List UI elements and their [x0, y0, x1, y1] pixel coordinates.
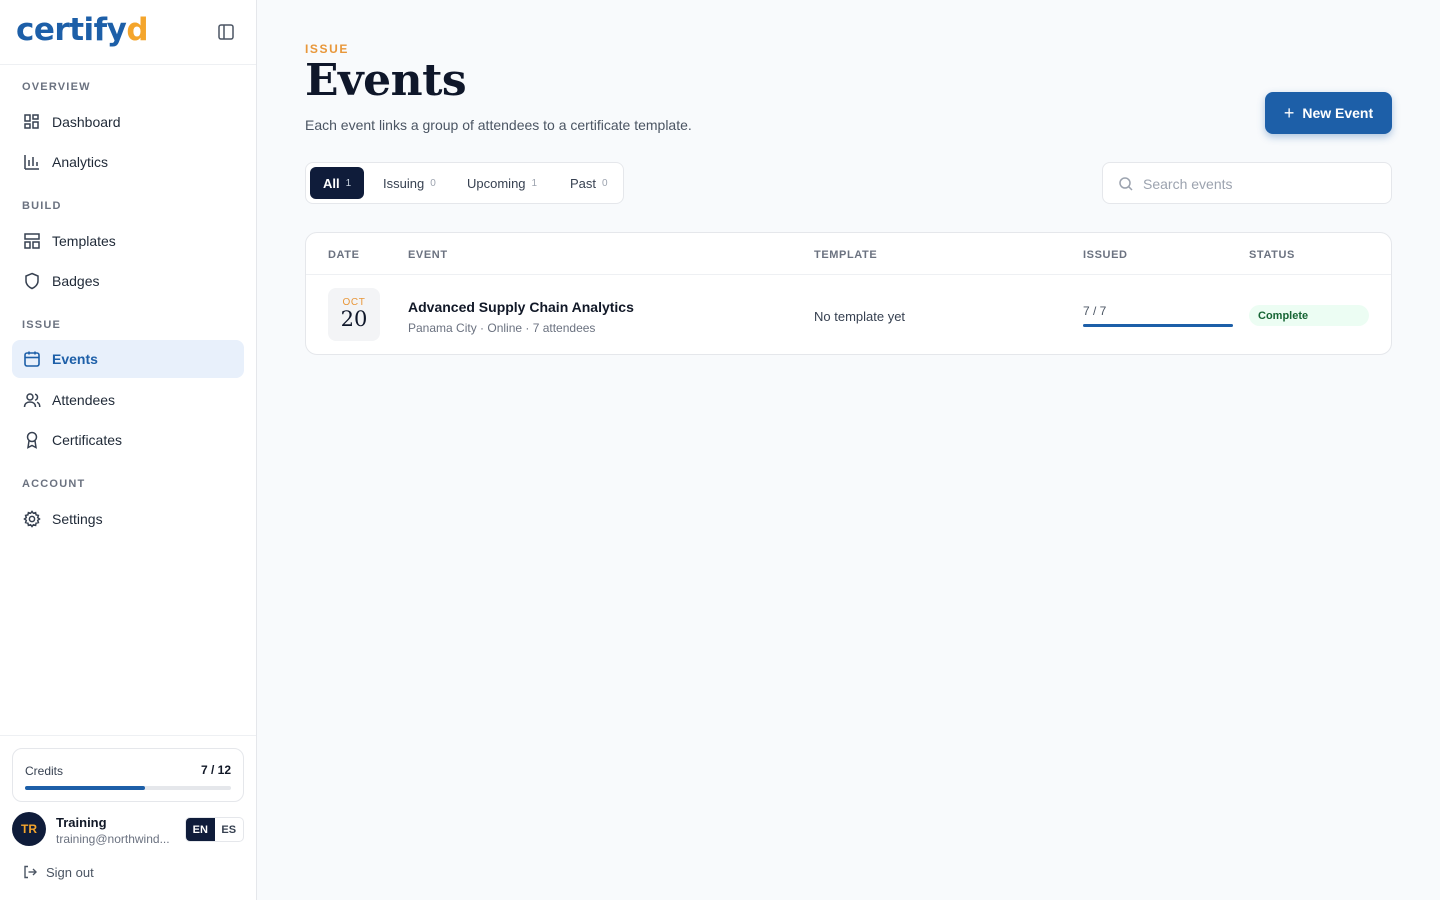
sign-out-button[interactable]: Sign out — [22, 864, 94, 880]
language-switcher: EN ES — [185, 817, 244, 842]
sidebar-item-label: Templates — [52, 233, 116, 249]
section-label-overview: OVERVIEW — [22, 81, 91, 93]
sign-out-label: Sign out — [46, 864, 94, 880]
tab-count: 1 — [345, 177, 352, 189]
tab-label: Issuing — [383, 175, 425, 191]
table-row[interactable]: OCT 20 Advanced Supply Chain Analytics P… — [306, 275, 1391, 354]
status-badge: Complete — [1249, 305, 1369, 326]
issued-progress-bar — [1083, 324, 1233, 327]
tab-all[interactable]: All 1 — [310, 167, 365, 199]
layout-icon — [24, 233, 40, 249]
credits-card: Credits 7 / 12 — [12, 748, 244, 802]
search-input[interactable] — [1143, 173, 1378, 195]
brand-header: certifyd — [0, 0, 256, 65]
shield-icon — [25, 272, 39, 290]
sidebar-item-dashboard[interactable]: Dashboard — [12, 103, 244, 141]
section-label-issue: ISSUE — [22, 319, 62, 331]
sidebar-item-badges[interactable]: Badges — [12, 262, 244, 300]
lang-es-button[interactable]: ES — [215, 818, 244, 841]
sidebar-item-label: Dashboard — [52, 114, 121, 130]
event-template: No template yet — [814, 309, 906, 324]
event-name[interactable]: Advanced Supply Chain Analytics — [408, 299, 634, 315]
column-header-date: DATE — [328, 249, 360, 261]
sidebar-item-analytics[interactable]: Analytics — [12, 143, 244, 181]
search-icon — [1119, 177, 1133, 191]
calendar-icon — [24, 351, 40, 367]
date-day: 20 — [340, 307, 368, 331]
sign-out-icon — [24, 865, 37, 879]
tab-count: 0 — [602, 177, 608, 189]
sidebar-item-certificates[interactable]: Certificates — [12, 421, 244, 459]
new-event-button[interactable]: + New Event — [1265, 92, 1392, 134]
sidebar-item-label: Attendees — [52, 392, 116, 408]
avatar[interactable]: TR — [12, 812, 46, 846]
sidebar-item-events[interactable]: Events — [12, 340, 244, 378]
tab-upcoming[interactable]: Upcoming 1 — [454, 167, 550, 199]
events-table: DATE EVENT TEMPLATE ISSUED STATUS OCT 20… — [305, 232, 1392, 355]
issued-progress-fill — [1083, 324, 1233, 327]
logo-main-text: certify — [16, 12, 127, 48]
section-label-account: ACCOUNT — [22, 478, 86, 490]
bar-chart-icon — [24, 155, 39, 170]
new-event-label: New Event — [1302, 105, 1374, 121]
sidebar: certifyd OVERVIEW Dashboard Analytics BU… — [0, 0, 257, 900]
sidebar-item-label: Badges — [52, 273, 100, 289]
column-header-template: TEMPLATE — [814, 249, 878, 261]
tab-count: 1 — [531, 177, 538, 189]
sidebar-item-label: Events — [52, 351, 98, 367]
credits-progress-fill — [25, 786, 146, 790]
sidebar-toggle-icon[interactable] — [216, 22, 236, 42]
page-subtitle: Each event links a group of attendees to… — [305, 117, 692, 133]
user-name: Training — [56, 815, 107, 830]
sidebar-item-attendees[interactable]: Attendees — [12, 381, 244, 419]
filter-tabs: All 1 Issuing 0 Upcoming 1 Past 0 — [305, 162, 624, 204]
search-box — [1102, 162, 1392, 204]
sidebar-item-label: Certificates — [52, 432, 123, 448]
date-badge: OCT 20 — [328, 288, 380, 341]
credits-progress-bar — [25, 786, 231, 790]
column-header-status: STATUS — [1249, 249, 1295, 261]
award-icon — [26, 431, 38, 449]
plus-icon: + — [1283, 102, 1295, 123]
logo[interactable]: certifyd — [16, 10, 149, 50]
page-eyebrow: ISSUE — [305, 42, 350, 56]
tab-count: 0 — [430, 177, 436, 189]
tab-label: Upcoming — [467, 175, 526, 191]
sidebar-item-label: Analytics — [52, 154, 109, 170]
table-header: DATE EVENT TEMPLATE ISSUED STATUS — [306, 233, 1391, 275]
lang-en-button[interactable]: EN — [186, 818, 215, 841]
column-header-issued: ISSUED — [1083, 249, 1128, 261]
column-header-event: EVENT — [408, 249, 448, 261]
sidebar-item-settings[interactable]: Settings — [12, 500, 244, 538]
tab-label: All — [323, 175, 340, 191]
tab-label: Past — [570, 175, 597, 191]
users-icon — [23, 393, 41, 408]
credits-label: Credits — [25, 764, 64, 778]
logo-accent-text: d — [126, 12, 149, 48]
user-profile: TR Training training@northwind... EN ES — [12, 812, 244, 848]
main-content: ISSUE Events Each event links a group of… — [257, 0, 1440, 900]
page-title: Events — [305, 55, 467, 106]
sidebar-item-label: Settings — [52, 511, 103, 527]
gear-icon — [23, 510, 41, 528]
section-label-build: BUILD — [22, 200, 62, 212]
tab-past[interactable]: Past 0 — [557, 167, 621, 199]
dashboard-icon — [24, 114, 39, 129]
event-meta: Panama City · Online · 7 attendees — [408, 321, 596, 335]
tab-issuing[interactable]: Issuing 0 — [370, 167, 449, 199]
credits-value: 7 / 12 — [200, 763, 231, 777]
user-email: training@northwind... — [56, 832, 170, 846]
sidebar-item-templates[interactable]: Templates — [12, 222, 244, 260]
sidebar-divider — [0, 735, 256, 736]
issued-count: 7 / 7 — [1083, 304, 1107, 318]
